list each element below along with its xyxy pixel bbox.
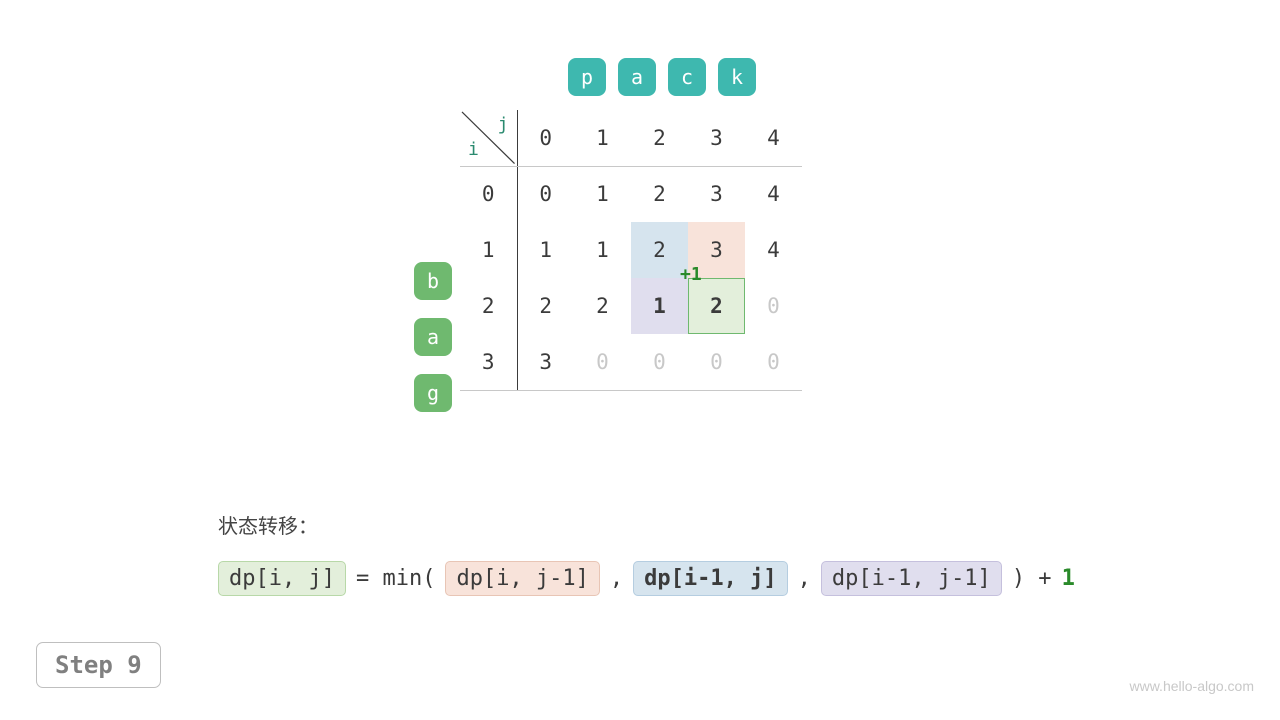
dp-cell: 4 (745, 166, 802, 222)
target-char-a: a (618, 58, 656, 96)
source-string: b a g (414, 262, 452, 412)
step-badge: Step 9 (36, 642, 161, 688)
dp-cell: 1 (574, 222, 631, 278)
dp-cell: 1 (574, 166, 631, 222)
source-char-g: g (414, 374, 452, 412)
axis-i-label: i (468, 139, 479, 160)
axis-corner: i j (460, 110, 517, 166)
formula-term-left: dp[i, j-1] (445, 561, 599, 596)
dp-cell: 4 (745, 222, 802, 278)
source-char-a: a (414, 318, 452, 356)
row-header: 0 (460, 166, 517, 222)
dp-cell: 2 (517, 278, 574, 334)
target-char-p: p (568, 58, 606, 96)
plus-one-label: +1 (680, 264, 702, 285)
dp-cell-current: +1 2 (688, 278, 745, 334)
col-header: 4 (745, 110, 802, 166)
col-header: 0 (517, 110, 574, 166)
formula-eq: = min( (356, 566, 435, 591)
dp-cell-empty: 0 (631, 334, 688, 390)
dp-cell: 3 (688, 166, 745, 222)
target-string: p a c k (568, 58, 756, 96)
col-header: 2 (631, 110, 688, 166)
col-header: 3 (688, 110, 745, 166)
source-char-b: b (414, 262, 452, 300)
dp-cell-diag: 1 (631, 278, 688, 334)
formula-term-diag: dp[i-1, j-1] (821, 561, 1002, 596)
formula-section: 状态转移： dp[i, j] = min( dp[i, j-1] , dp[i-… (218, 510, 1075, 596)
dp-cell: 2 (574, 278, 631, 334)
formula-title: 状态转移： (218, 510, 1075, 539)
formula-result: dp[i, j] (218, 561, 346, 596)
row-header: 2 (460, 278, 517, 334)
target-char-k: k (718, 58, 756, 96)
dp-cell-empty: 0 (745, 278, 802, 334)
dp-cell-empty: 0 (745, 334, 802, 390)
formula-close: ) + (1012, 566, 1052, 591)
dp-cell: 2 (631, 166, 688, 222)
target-char-c: c (668, 58, 706, 96)
formula-comma: , (610, 566, 623, 591)
col-header: 1 (574, 110, 631, 166)
axis-j-label: j (498, 114, 509, 135)
dp-cell: 0 (517, 166, 574, 222)
formula-term-top: dp[i-1, j] (633, 561, 787, 596)
dp-cell-empty: 0 (688, 334, 745, 390)
formula-plus-one: 1 (1062, 566, 1075, 591)
transition-formula: dp[i, j] = min( dp[i, j-1] , dp[i-1, j] … (218, 561, 1075, 596)
row-header: 1 (460, 222, 517, 278)
dp-table: i j 0 1 2 3 4 0 0 1 2 3 4 1 1 1 2 3 4 2 … (460, 110, 802, 391)
row-header: 3 (460, 334, 517, 390)
dp-cell: 1 (517, 222, 574, 278)
dp-cell: 3 (517, 334, 574, 390)
watermark: www.hello-algo.com (1130, 678, 1255, 694)
dp-cell-empty: 0 (574, 334, 631, 390)
formula-comma: , (798, 566, 811, 591)
